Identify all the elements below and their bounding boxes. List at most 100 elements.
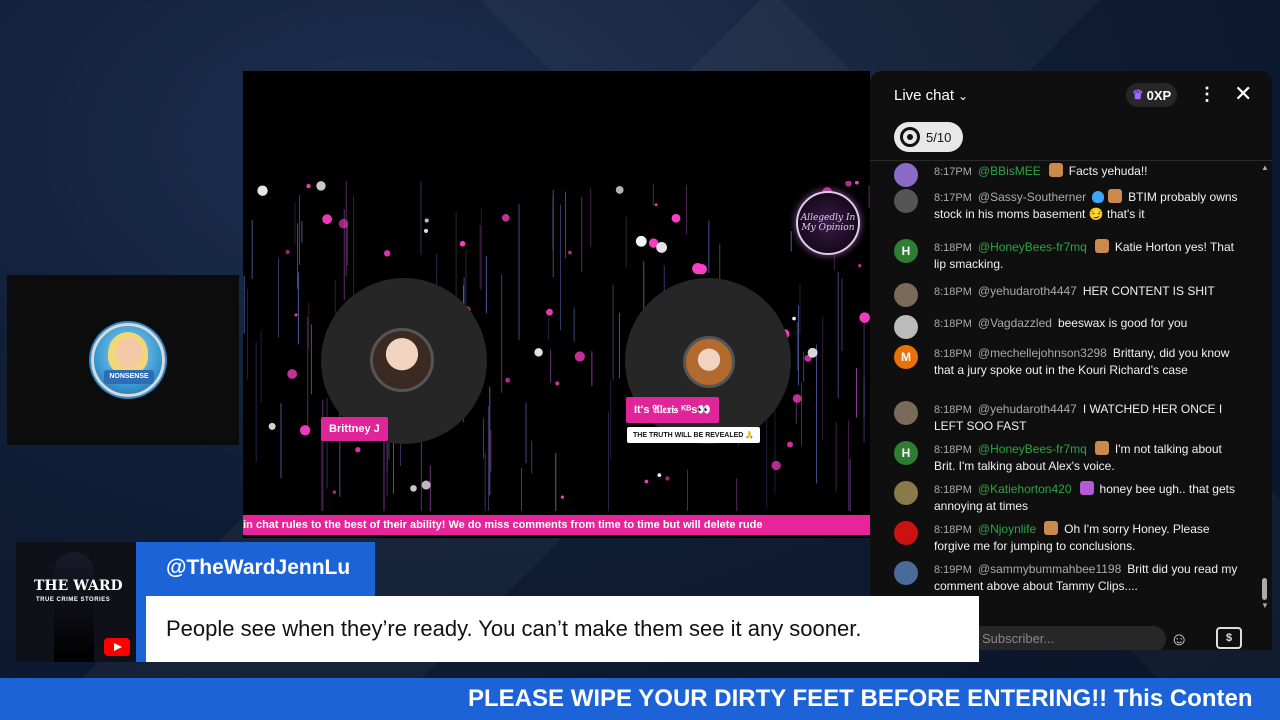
message-author[interactable]: @HoneyBees-fr7mq — [978, 240, 1087, 254]
avatar[interactable] — [894, 189, 918, 213]
member-badge-icon — [1079, 481, 1094, 495]
brand-logo: Allegedly In My Opinion — [796, 191, 860, 255]
avatar[interactable] — [894, 401, 918, 425]
guest-badge: NONSENSE — [104, 370, 154, 384]
message-author[interactable]: @Njoynlife — [978, 522, 1036, 536]
member-badge-icon — [1048, 163, 1063, 177]
close-icon[interactable]: ✕ — [1234, 81, 1252, 107]
avatar[interactable] — [894, 283, 918, 307]
chat-message[interactable]: H 8:18PM @HoneyBees-fr7mq I'm not talking a… — [894, 441, 1244, 474]
guest-tile: NONSENSE — [7, 275, 239, 445]
message-body: 8:17PM @BBisMEE Facts yehuda!! — [934, 163, 1244, 180]
scrollbar-thumb[interactable] — [1262, 578, 1267, 600]
chat-message[interactable]: M 8:18PM @mechellejohnson3298 Brittany, did… — [894, 345, 1244, 378]
host-1-avatar — [370, 328, 434, 392]
chat-title: Live chat — [894, 87, 955, 104]
chat-message[interactable]: 8:18PM @Vagdazzled beeswax is good for you — [894, 315, 1244, 339]
message-time: 8:18PM — [934, 484, 972, 496]
message-time: 8:17PM — [934, 166, 972, 178]
avatar[interactable] — [894, 521, 918, 545]
channel-title: THE WARD — [34, 578, 123, 594]
bottom-ticker-text: PLEASE WIPE YOUR DIRTY FEET BEFORE ENTER… — [468, 685, 1253, 712]
chat-message[interactable]: 8:17PM @Sassy-Southerner BTIM probably own… — [894, 189, 1244, 222]
verified-icon — [1092, 191, 1105, 203]
host-1-name-tag: Brittney J — [321, 417, 388, 441]
xp-value: 0XP — [1146, 87, 1172, 103]
avatar[interactable] — [894, 481, 918, 505]
message-time: 8:19PM — [934, 564, 972, 576]
message-text: Facts yehuda!! — [1068, 164, 1148, 178]
quote-accent — [136, 596, 146, 662]
avatar[interactable] — [894, 561, 918, 585]
bottom-ticker: PLEASE WIPE YOUR DIRTY FEET BEFORE ENTER… — [0, 678, 1280, 720]
message-time: 8:18PM — [934, 242, 972, 254]
chat-input[interactable]: Subscriber... — [970, 626, 1166, 650]
message-author[interactable]: @mechellejohnson3298 — [978, 346, 1107, 360]
avatar[interactable]: H — [894, 239, 918, 263]
chat-scrollbar[interactable]: ▲ ▼ — [1260, 163, 1269, 613]
quote-text: People see when they’re ready. You can’t… — [146, 596, 979, 662]
host-2-name-tag: It's 𝔄𝔩𝔢𝔵𝔦𝔰 ᴷᴮs👀 — [626, 397, 720, 423]
message-body: 8:18PM @HoneyBees-fr7mq Katie Horton yes! … — [934, 239, 1244, 272]
message-body: 8:18PM @Katiehorton420 honey bee ugh.. tha… — [934, 481, 1244, 514]
guest-avatar: NONSENSE — [91, 323, 165, 397]
channel-logo: THE WARD TRUE CRIME STORIES — [16, 542, 136, 662]
scroll-up-icon[interactable]: ▲ — [1261, 163, 1269, 172]
message-body: 8:18PM @yehudaroth4447 I WATCHED HER ONCE … — [934, 401, 1244, 434]
video-stage[interactable]: Brittney J It's 𝔄𝔩𝔢𝔵𝔦𝔰 ᴷᴮs👀 THE TRUTH WI… — [243, 71, 870, 538]
message-body: 8:18PM @yehudaroth4447 HER CONTENT IS SHIT — [934, 283, 1244, 300]
message-time: 8:18PM — [934, 444, 972, 456]
channel-handle: @TheWardJennLu — [136, 542, 375, 596]
chat-message[interactable]: 8:18PM @yehudaroth4447 HER CONTENT IS SHIT — [894, 283, 1244, 307]
message-author[interactable]: @yehudaroth4447 — [978, 402, 1077, 416]
chat-message[interactable]: 8:19PM @sammybummahbee1198 Britt did you r… — [894, 561, 1244, 594]
emoji-icon[interactable]: ☺ — [1170, 629, 1188, 650]
goal-progress-pill[interactable]: 5/10 — [894, 122, 964, 152]
member-badge-icon — [1094, 239, 1109, 253]
xp-badge[interactable]: ♛ 0XP — [1126, 83, 1178, 107]
chat-header: Live chat ⌄ ♛ 0XP ⋮ ✕ 5/10 — [870, 71, 1272, 161]
message-author[interactable]: @Sassy-Southerner — [978, 190, 1086, 204]
super-chat-icon[interactable]: $ — [1216, 627, 1242, 649]
chat-message-list[interactable]: 8:17PM @BBisMEE Facts yehuda!! 8:17PM @Sassy… — [870, 163, 1260, 613]
avatar[interactable] — [894, 315, 918, 339]
target-icon — [900, 127, 920, 147]
message-text: beeswax is good for you — [1057, 316, 1188, 330]
avatar[interactable]: H — [894, 441, 918, 465]
message-time: 8:17PM — [934, 192, 972, 204]
message-body: 8:18PM @Njoynlife Oh I'm sorry Honey. Plea… — [934, 521, 1244, 554]
hooded-figure — [54, 552, 94, 662]
message-author[interactable]: @HoneyBees-fr7mq — [978, 442, 1087, 456]
message-body: 8:18PM @mechellejohnson3298 Brittany, did … — [934, 345, 1244, 378]
message-author[interactable]: @yehudaroth4447 — [978, 284, 1077, 298]
message-author[interactable]: @sammybummahbee1198 — [978, 562, 1121, 576]
message-time: 8:18PM — [934, 404, 972, 416]
channel-subtitle: TRUE CRIME STORIES — [36, 597, 111, 603]
host-2-subtitle: THE TRUTH WILL BE REVEALED 🙏 — [627, 427, 760, 443]
live-chat-panel: Live chat ⌄ ♛ 0XP ⋮ ✕ 5/10 8:17PM @BBisMEE… — [870, 71, 1272, 650]
message-time: 8:18PM — [934, 286, 972, 298]
chat-message[interactable]: 8:18PM @yehudaroth4447 I WATCHED HER ONCE … — [894, 401, 1244, 434]
chat-mode-dropdown[interactable]: Live chat ⌄ — [894, 87, 968, 104]
message-body: 8:18PM @HoneyBees-fr7mq I'm not talking ab… — [934, 441, 1244, 474]
message-author[interactable]: @Katiehorton420 — [978, 482, 1072, 496]
chevron-down-icon: ⌄ — [958, 89, 969, 103]
message-author[interactable]: @Vagdazzled — [978, 316, 1052, 330]
chat-message[interactable]: 8:17PM @BBisMEE Facts yehuda!! — [894, 163, 1244, 187]
message-time: 8:18PM — [934, 524, 972, 536]
chat-message[interactable]: H 8:18PM @HoneyBees-fr7mq Katie Horton yes!… — [894, 239, 1244, 272]
avatar[interactable]: M — [894, 345, 918, 369]
more-options-icon[interactable]: ⋮ — [1198, 84, 1216, 105]
scroll-down-icon[interactable]: ▼ — [1261, 601, 1269, 610]
message-author[interactable]: @BBisMEE — [978, 164, 1041, 178]
stage-ticker-text: ain chat rules to the best of their abil… — [243, 519, 763, 531]
member-badge-icon — [1044, 521, 1059, 535]
message-time: 8:18PM — [934, 318, 972, 330]
chat-message[interactable]: 8:18PM @Njoynlife Oh I'm sorry Honey. Plea… — [894, 521, 1244, 554]
youtube-icon — [104, 638, 130, 656]
crown-icon: ♛ — [1132, 87, 1144, 102]
message-text: Oh I'm sorry Honey. Please forgive me fo… — [934, 522, 1210, 553]
chat-message[interactable]: 8:18PM @Katiehorton420 honey bee ugh.. tha… — [894, 481, 1244, 514]
avatar[interactable] — [894, 163, 918, 187]
message-body: 8:19PM @sammybummahbee1198 Britt did you r… — [934, 561, 1244, 594]
